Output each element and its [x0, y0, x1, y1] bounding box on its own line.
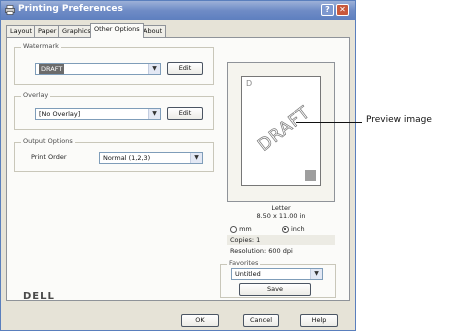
preview-image: D DRAFT — [227, 62, 335, 202]
paper-size: 8.50 x 11.00 in — [256, 212, 306, 220]
unit-options: mm inch — [227, 224, 335, 234]
watermark-value: DRAFT — [39, 64, 65, 74]
title-bar[interactable]: Printing Preferences ? ✕ — [1, 1, 355, 20]
overlay-group: Overlay [No Overlay] ▼ Edit — [14, 91, 214, 130]
watermark-group-label: Watermark — [21, 42, 61, 50]
watermark-group: Watermark DRAFT ▼ Edit — [14, 42, 214, 85]
favorites-save-button[interactable]: Save — [239, 283, 311, 296]
printing-preferences-window: Printing Preferences ? ✕ Layout Paper Gr… — [0, 0, 356, 331]
other-options-panel: Watermark DRAFT ▼ Edit Overlay [No Overl… — [6, 37, 350, 301]
help-button[interactable]: Help — [300, 314, 338, 327]
resolution-info: Resolution: 600 dpi — [230, 247, 293, 255]
copies-info: Copies: 1 — [227, 235, 335, 245]
printer-icon — [5, 5, 15, 15]
overlay-edit-button[interactable]: Edit — [167, 107, 203, 120]
output-options-group: Output Options Print Order Normal (1,2,3… — [14, 137, 214, 172]
dell-logo: DELL — [23, 291, 55, 302]
favorites-select[interactable]: Untitled ▼ — [231, 268, 323, 280]
title-help-button[interactable]: ? — [321, 4, 334, 16]
unit-mm-label[interactable]: mm — [239, 225, 252, 233]
output-options-group-label: Output Options — [21, 137, 75, 145]
ok-button[interactable]: OK — [181, 314, 219, 327]
chevron-down-icon[interactable]: ▼ — [310, 269, 322, 279]
page-orientation-letter: D — [246, 79, 253, 88]
chevron-down-icon[interactable]: ▼ — [190, 153, 202, 163]
callout-line — [296, 122, 362, 123]
favorites-group-label: Favorites — [227, 259, 261, 267]
print-order-value: Normal (1,2,3) — [103, 154, 151, 162]
overlay-group-label: Overlay — [21, 91, 51, 99]
favorites-value: Untitled — [235, 270, 261, 278]
print-order-label: Print Order — [31, 153, 67, 161]
watermark-edit-button[interactable]: Edit — [167, 62, 203, 75]
window-title: Printing Preferences — [18, 4, 123, 14]
preview-page: D DRAFT — [241, 76, 321, 186]
overlay-select[interactable]: [No Overlay] ▼ — [35, 108, 161, 120]
preview-corner-mark — [305, 170, 316, 181]
tab-paper[interactable]: Paper — [34, 25, 61, 37]
tab-layout[interactable]: Layout — [6, 25, 37, 37]
tab-other-options[interactable]: Other Options — [90, 23, 144, 38]
print-order-select[interactable]: Normal (1,2,3) ▼ — [99, 152, 203, 164]
chevron-down-icon[interactable]: ▼ — [148, 64, 160, 74]
favorites-group: Favorites Untitled ▼ Save — [220, 259, 336, 298]
title-close-button[interactable]: ✕ — [336, 4, 349, 16]
cancel-button[interactable]: Cancel — [243, 314, 279, 327]
paper-name: Letter — [271, 204, 291, 212]
radio-mm[interactable] — [230, 225, 237, 233]
preview-watermark: DRAFT — [254, 102, 315, 156]
radio-inch[interactable] — [281, 225, 289, 233]
watermark-select[interactable]: DRAFT ▼ — [35, 63, 161, 75]
overlay-value: [No Overlay] — [39, 110, 81, 118]
unit-inch-label[interactable]: inch — [291, 225, 305, 233]
chevron-down-icon[interactable]: ▼ — [148, 109, 160, 119]
callout-label: Preview image — [366, 115, 432, 125]
